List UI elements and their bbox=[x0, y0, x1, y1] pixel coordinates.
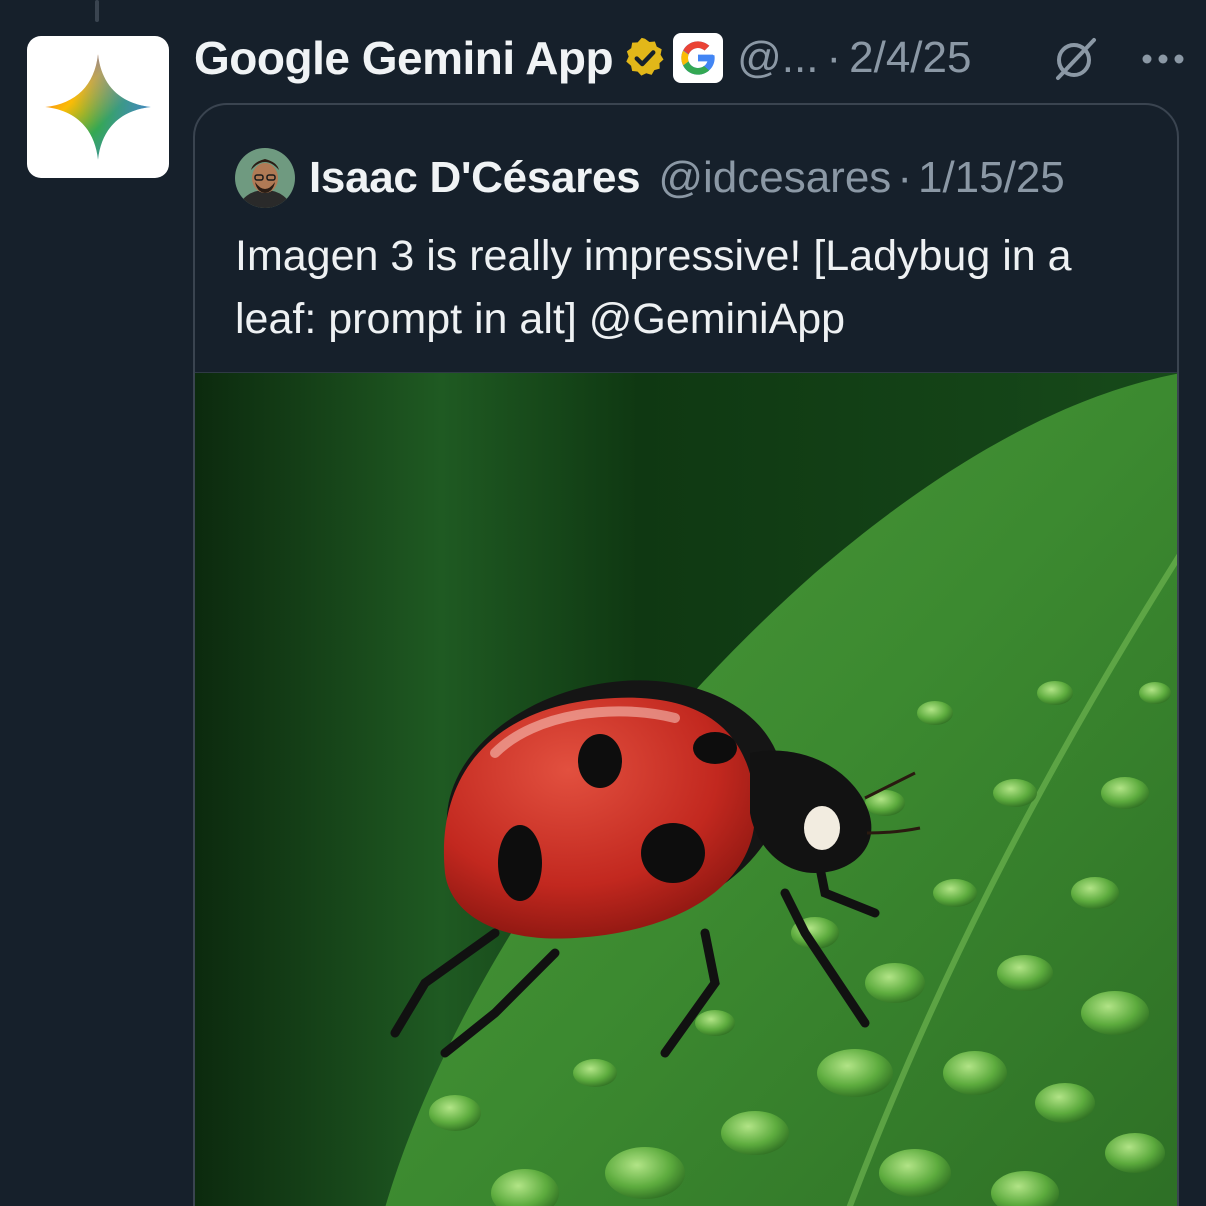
separator: · bbox=[826, 33, 842, 82]
quoted-post-text: Imagen 3 is really impressive! [Ladybug … bbox=[235, 232, 1072, 343]
avatar[interactable] bbox=[27, 36, 169, 178]
more-options-icon[interactable] bbox=[1140, 52, 1186, 71]
quoted-post-date[interactable]: 1/15/25 bbox=[918, 153, 1065, 203]
quoted-author-name[interactable]: Isaac D'Césares bbox=[309, 153, 641, 203]
grok-icon[interactable] bbox=[1052, 34, 1100, 87]
author-name[interactable]: Google Gemini App bbox=[194, 31, 614, 85]
google-g-logo-icon[interactable] bbox=[673, 33, 724, 83]
author-handle[interactable]: @... bbox=[737, 33, 818, 83]
gemini-sparkle-icon bbox=[45, 54, 151, 160]
thread-line bbox=[95, 0, 99, 22]
quoted-post[interactable]: Isaac D'Césares @idcesares · 1/15/25 Ima… bbox=[193, 103, 1179, 1206]
post-date[interactable]: 2/4/25 bbox=[849, 33, 971, 83]
quoted-separator: · bbox=[897, 153, 912, 202]
ladybug-on-leaf-image[interactable] bbox=[195, 372, 1177, 1206]
post-header: Google Gemini App @... · 2/4/25 bbox=[194, 30, 1186, 86]
verified-badge-icon[interactable] bbox=[623, 36, 667, 80]
post-container: Google Gemini App @... · 2/4/25 Isaac D'… bbox=[0, 0, 1206, 1206]
quoted-author-handle[interactable]: @idcesares bbox=[658, 153, 891, 203]
quoted-post-header: Isaac D'Césares @idcesares · 1/15/25 bbox=[235, 147, 1065, 209]
quoted-author-avatar[interactable] bbox=[235, 148, 295, 208]
